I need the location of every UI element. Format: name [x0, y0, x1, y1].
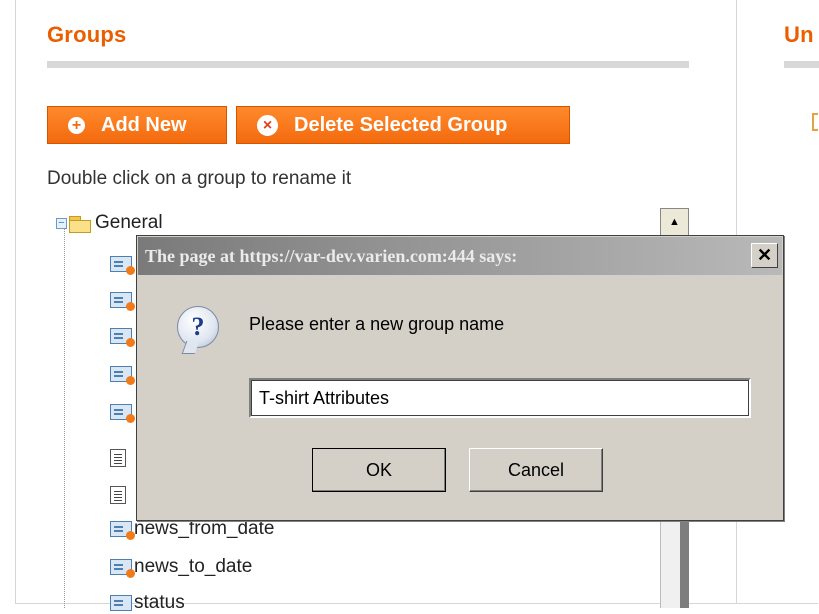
- groups-title: Groups: [47, 22, 127, 47]
- attribute-icon: [110, 521, 135, 540]
- rename-hint: Double click on a group to rename it: [47, 168, 352, 189]
- question-icon: ?: [177, 306, 219, 348]
- tree-item-status[interactable]: status: [110, 592, 185, 614]
- dialog-title: The page at https://var-dev.varien.com:4…: [145, 245, 518, 266]
- collapse-icon[interactable]: −: [56, 217, 67, 229]
- attribute-icon: [110, 256, 135, 275]
- delete-group-button[interactable]: × Delete Selected Group: [236, 106, 570, 144]
- tree-item[interactable]: [110, 404, 135, 423]
- tree-item[interactable]: [110, 449, 132, 467]
- tree-item[interactable]: [110, 366, 135, 385]
- tree-root-general[interactable]: − General: [56, 212, 163, 234]
- unassigned-title-rule: [784, 61, 819, 68]
- close-button[interactable]: ✕: [751, 243, 778, 268]
- groups-title-rule: [47, 61, 689, 68]
- tree-item[interactable]: [110, 292, 135, 311]
- add-new-label: Add New: [101, 113, 187, 136]
- tree-item[interactable]: [110, 486, 132, 504]
- attribute-icon: [110, 595, 132, 611]
- close-icon: ✕: [756, 245, 773, 265]
- plus-circle-icon: +: [68, 116, 85, 134]
- scroll-up-button[interactable]: ▲: [660, 208, 689, 236]
- folder-icon: [69, 214, 91, 233]
- group-name-input[interactable]: [249, 378, 751, 418]
- tree-root-label: General: [95, 212, 163, 233]
- prompt-dialog: The page at https://var-dev.varien.com:4…: [136, 235, 784, 521]
- tree-item-news-to-date[interactable]: news_to_date: [110, 556, 252, 578]
- cancel-button[interactable]: Cancel: [469, 448, 603, 492]
- ok-button[interactable]: OK: [312, 448, 446, 492]
- tree-item[interactable]: [110, 256, 135, 275]
- attribute-icon: [110, 366, 135, 385]
- attribute-icon: [110, 328, 135, 347]
- ok-label: OK: [365, 459, 392, 480]
- tree-item-news-from-date[interactable]: news_from_date: [110, 518, 274, 540]
- unassigned-folder-icon: [812, 113, 818, 131]
- attribute-icon: [110, 404, 135, 423]
- tree-item[interactable]: [110, 328, 135, 347]
- text-attribute-icon: [110, 486, 126, 504]
- attribute-icon: [110, 292, 135, 311]
- tree-connector: [64, 228, 65, 608]
- text-attribute-icon: [110, 449, 126, 467]
- add-new-button[interactable]: + Add New: [47, 106, 227, 144]
- unassigned-title: Un: [784, 22, 814, 47]
- dialog-prompt: Please enter a new group name: [249, 314, 505, 334]
- tree-item-label: news_to_date: [134, 556, 253, 577]
- tree-item-label: status: [134, 592, 185, 613]
- scrollbar-thumb[interactable]: [680, 508, 689, 608]
- delete-group-label: Delete Selected Group: [294, 113, 508, 136]
- x-circle-icon: ×: [257, 114, 278, 136]
- tree-item-label: news_from_date: [134, 518, 275, 539]
- attribute-icon: [110, 559, 135, 578]
- cancel-label: Cancel: [507, 459, 565, 480]
- dialog-title-bar: The page at https://var-dev.varien.com:4…: [138, 237, 782, 275]
